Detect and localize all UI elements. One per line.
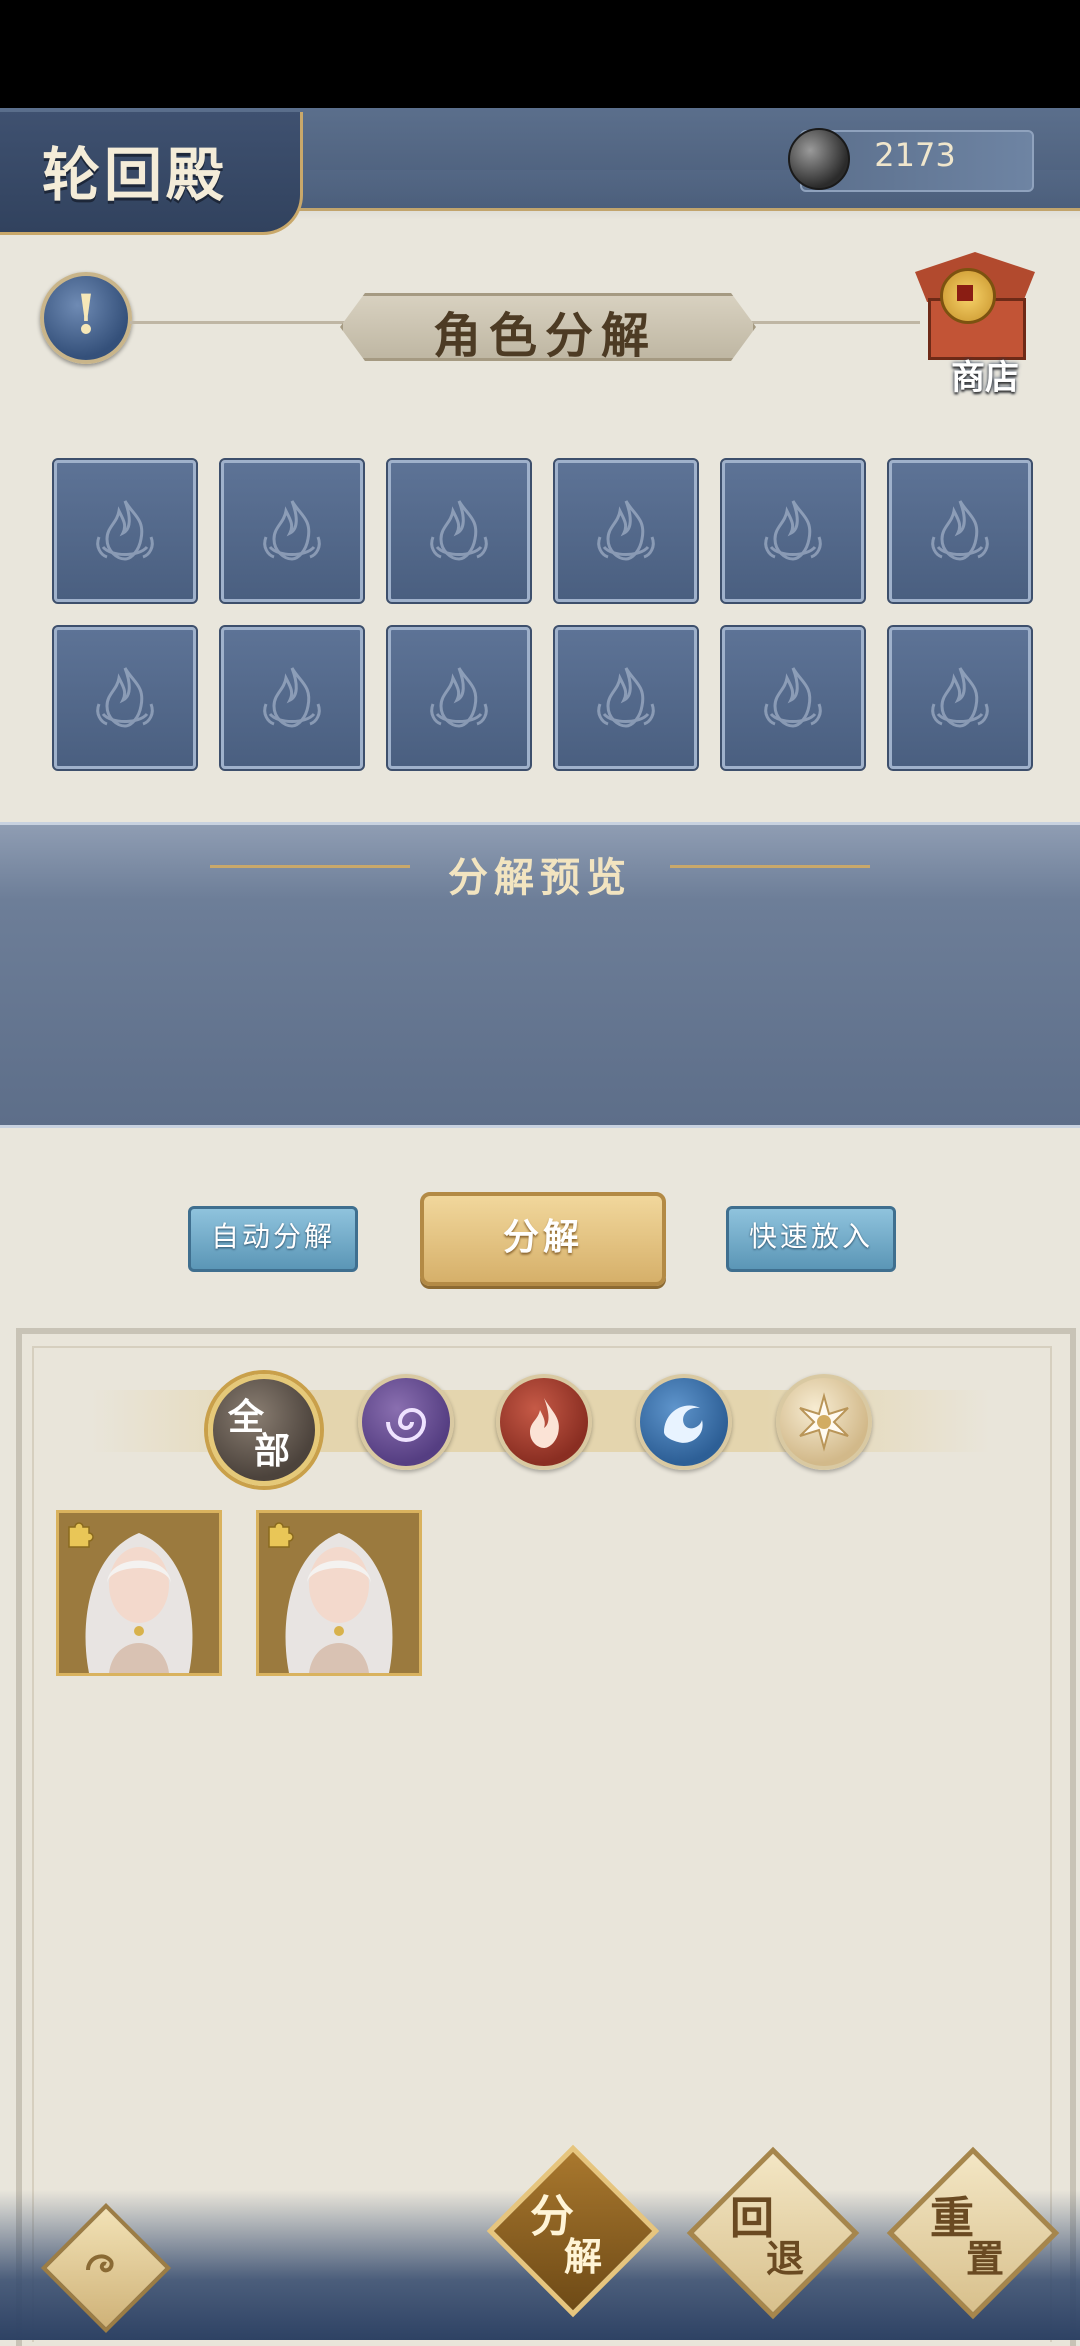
- filter-all-label: 部: [254, 1430, 291, 1472]
- puzzle-piece-icon: [68, 1522, 94, 1548]
- flame-emblem-icon: [931, 667, 989, 728]
- flame-emblem-icon: [764, 667, 822, 728]
- nav-undo-label: 退: [766, 2236, 805, 2281]
- wave-element-icon: [664, 1405, 703, 1443]
- decompose-slot[interactable]: [553, 625, 699, 771]
- decompose-slot[interactable]: [386, 458, 532, 604]
- filter-fire-button[interactable]: [496, 1374, 592, 1470]
- info-button[interactable]: !: [40, 272, 132, 364]
- decompose-slot[interactable]: [887, 458, 1033, 604]
- page-title: 轮回殿: [42, 141, 229, 209]
- flame-emblem-icon: [96, 500, 154, 561]
- flame-emblem-icon: [430, 667, 488, 728]
- filter-swirl-button[interactable]: [358, 1374, 454, 1470]
- title-divider-right: [740, 321, 920, 324]
- title-divider-left: [130, 321, 350, 324]
- menu-toggle-button[interactable]: [40, 2202, 172, 2334]
- exclamation-icon: !: [74, 282, 98, 346]
- nav-decompose-label: 解: [564, 2234, 603, 2279]
- currency-stone-icon: [788, 128, 850, 190]
- decompose-button[interactable]: 分解: [420, 1192, 666, 1286]
- cloud-swirl-icon: [86, 2254, 114, 2273]
- preview-title: 分解预览: [448, 854, 632, 901]
- nav-decompose-button[interactable]: 分 解: [486, 2144, 660, 2318]
- section-title: 角色分解: [432, 308, 657, 364]
- filter-wave-button[interactable]: [636, 1374, 732, 1470]
- sun-element-icon: [799, 1392, 849, 1452]
- decompose-slot[interactable]: [52, 458, 198, 604]
- decompose-slot[interactable]: [887, 625, 1033, 771]
- flame-emblem-icon: [597, 500, 655, 561]
- flame-emblem-icon: [931, 500, 989, 561]
- nav-undo-button[interactable]: 回 退: [686, 2146, 860, 2320]
- nav-reset-button[interactable]: 重 置: [886, 2146, 1060, 2320]
- decompose-slot[interactable]: [219, 625, 365, 771]
- currency-value: 2173: [874, 136, 956, 174]
- status-bar: [0, 0, 1080, 108]
- decompose-slot[interactable]: [219, 458, 365, 604]
- decompose-slot[interactable]: [720, 625, 866, 771]
- character-card[interactable]: [56, 1510, 222, 1676]
- flame-emblem-icon: [764, 500, 822, 561]
- puzzle-piece-icon: [268, 1522, 294, 1548]
- decompose-slot[interactable]: [720, 458, 866, 604]
- flame-emblem-icon: [263, 667, 321, 728]
- flame-emblem-icon: [597, 667, 655, 728]
- flame-emblem-icon: [263, 500, 321, 561]
- coin-hole: [957, 285, 973, 301]
- flame-emblem-icon: [430, 500, 488, 561]
- filter-sun-button[interactable]: [776, 1374, 872, 1470]
- decompose-slot[interactable]: [52, 625, 198, 771]
- nav-reset-label: 置: [966, 2236, 1005, 2281]
- quick-insert-button[interactable]: 快速放入: [726, 1206, 896, 1272]
- shop-label[interactable]: 商店: [930, 350, 1040, 399]
- flame-emblem-icon: [96, 667, 154, 728]
- character-card[interactable]: [256, 1510, 422, 1676]
- auto-decompose-button[interactable]: 自动分解: [188, 1206, 358, 1272]
- swirl-element-icon: [386, 1408, 427, 1442]
- decompose-slot[interactable]: [386, 625, 532, 771]
- decompose-slot[interactable]: [553, 458, 699, 604]
- fire-element-icon: [530, 1398, 559, 1448]
